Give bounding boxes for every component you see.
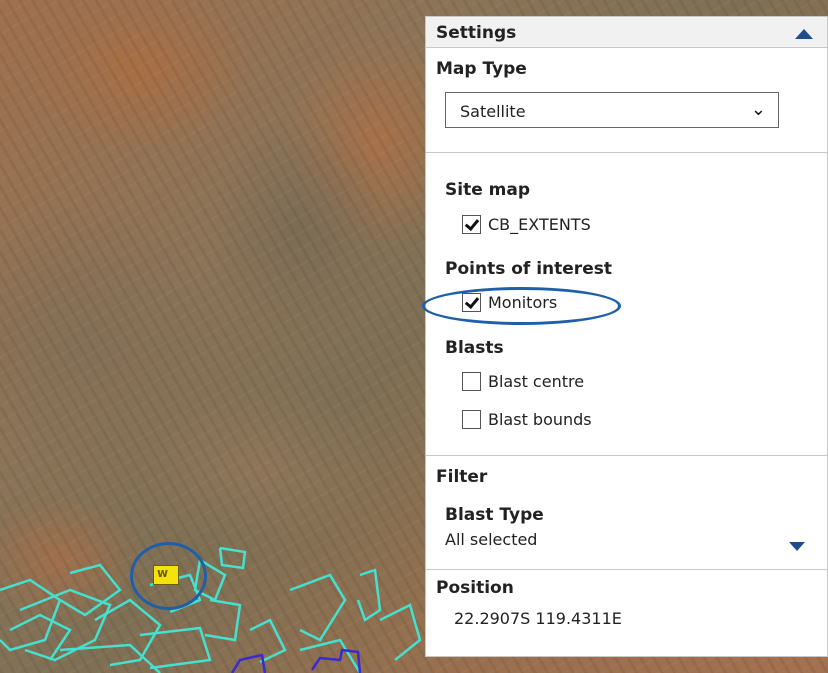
cb-extents-label: CB_EXTENTS <box>488 215 591 234</box>
blast-centre-label: Blast centre <box>488 372 585 391</box>
checkbox-checked-icon[interactable] <box>462 215 481 234</box>
blast-bounds-label: Blast bounds <box>488 410 592 429</box>
map-type-value: Satellite <box>460 102 526 121</box>
settings-panel: Settings Map Type Satellite ⌄ Site map C… <box>422 16 828 657</box>
points-of-interest-label: Points of interest <box>445 259 612 279</box>
blast-bounds-checkbox[interactable]: Blast bounds <box>462 410 592 429</box>
site-map-label: Site map <box>445 180 530 200</box>
blast-type-value[interactable]: All selected <box>445 530 537 549</box>
filter-title: Filter <box>436 467 488 487</box>
section-divider <box>426 569 827 570</box>
blasts-label: Blasts <box>445 338 504 358</box>
chevron-down-icon: ⌄ <box>750 99 766 120</box>
position-value: 22.2907S 119.4311E <box>454 609 622 628</box>
monitors-highlight-ring <box>422 287 621 325</box>
cb-extents-checkbox[interactable]: CB_EXTENTS <box>462 215 591 234</box>
checkbox-unchecked-icon[interactable] <box>462 410 481 429</box>
position-label: Position <box>436 578 514 598</box>
blast-centre-checkbox[interactable]: Blast centre <box>462 372 584 391</box>
triangle-down-icon[interactable] <box>789 542 805 551</box>
blast-type-label: Blast Type <box>445 505 544 525</box>
section-divider <box>426 455 827 456</box>
section-divider <box>426 152 827 153</box>
map-type-label: Map Type <box>436 59 527 79</box>
map-type-select[interactable]: Satellite ⌄ <box>445 92 779 128</box>
blast-polygons <box>230 648 362 673</box>
settings-header[interactable]: Settings <box>426 17 827 48</box>
checkbox-unchecked-icon[interactable] <box>462 372 481 391</box>
triangle-up-icon[interactable] <box>795 29 813 39</box>
marker-highlight-ring <box>130 542 207 610</box>
settings-title: Settings <box>436 23 517 43</box>
